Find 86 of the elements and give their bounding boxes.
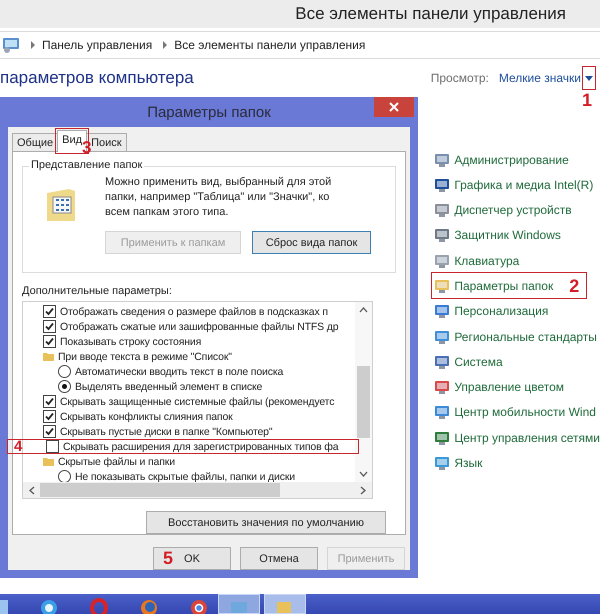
applet-link[interactable]: Диспетчер устройств: [454, 203, 572, 218]
folder-icon: [45, 187, 77, 223]
applet-link[interactable]: Защитник Windows: [454, 228, 561, 242]
option-label: Скрывать пустые диски в папке "Компьютер": [60, 426, 272, 438]
option-label: Скрывать расширения для зарегистрированных типов фа: [63, 440, 338, 452]
option-label: Скрытые файлы и папки: [58, 456, 175, 468]
applet-icon: [434, 152, 450, 168]
applet-link[interactable]: Персонализация: [454, 304, 548, 318]
applet-link[interactable]: Центр мобильности Wind: [454, 405, 596, 420]
chevron-icon: [30, 41, 36, 49]
applet-link[interactable]: Параметры папок: [454, 278, 554, 293]
applet-icon: [434, 455, 450, 472]
applet-link[interactable]: Управление цветом: [454, 380, 564, 394]
step-number: 1: [582, 91, 592, 109]
applet-link[interactable]: Система: [454, 354, 503, 369]
browser-icon[interactable]: [38, 598, 60, 614]
folder-view-button[interactable]: Сброс вида папок: [252, 231, 371, 254]
close-button[interactable]: [374, 97, 414, 117]
applet-link[interactable]: Клавиатура: [454, 254, 520, 268]
checkbox[interactable]: [43, 425, 56, 438]
applet-link[interactable]: Графика и медиа Intel(R): [454, 178, 594, 192]
horizontal-scrollbar[interactable]: [23, 482, 372, 498]
option-label: Показывать строку состояния: [60, 336, 202, 348]
applet-link[interactable]: Язык: [454, 456, 482, 470]
scroll-left-icon[interactable]: [29, 486, 35, 494]
checkbox[interactable]: [43, 410, 56, 423]
checkbox[interactable]: [43, 335, 56, 348]
applet-icon: [434, 328, 450, 345]
radio-button[interactable]: [58, 470, 71, 483]
applet-icon: [434, 176, 450, 193]
radio-button[interactable]: [58, 365, 71, 378]
applet-link[interactable]: Центр управления сетями: [454, 430, 600, 445]
step-number: 4: [13, 439, 24, 454]
option-label: Выделять введенный элемент в списке: [75, 380, 262, 392]
window-icon: [229, 599, 249, 613]
view-label: Просмотр:: [430, 71, 489, 85]
folder-icon: [43, 351, 54, 362]
scroll-right-icon[interactable]: [360, 486, 366, 494]
option-label: Отображать сжатые или зашифрованные файлы NTFS др: [60, 320, 338, 332]
view-dropdown[interactable]: Мелкие значки: [498, 71, 581, 85]
group-title: Представление папок: [29, 159, 144, 171]
radio-button[interactable]: [58, 380, 71, 393]
breadcrumb[interactable]: Панель управления: [42, 38, 152, 52]
option-label: Отображать сведения о размере файлов в подсказках п: [60, 306, 328, 318]
vertical-scrollbar[interactable]: [355, 302, 372, 482]
close-icon: [389, 102, 399, 112]
checkbox[interactable]: [43, 305, 56, 318]
window-title: Все элементы панели управления: [295, 4, 566, 24]
folder-icon: [43, 456, 54, 467]
applet-icon: [434, 303, 450, 320]
applet-icon: [434, 354, 450, 370]
caret-icon: [585, 76, 593, 80]
applet-icon: [434, 252, 450, 269]
step-number: 5: [163, 549, 174, 567]
description-text: Можно применить вид, выбранный для этой папки, например "Таблица" или "Значки", ко всем папкам этого типа.: [105, 175, 332, 220]
applet-icon: [434, 404, 450, 420]
checkbox[interactable]: [43, 395, 56, 408]
browser-icon[interactable]: [188, 598, 210, 614]
chevron-icon: [162, 41, 168, 49]
section-label: Дополнительные параметры:: [22, 285, 173, 297]
checkbox[interactable]: [43, 320, 56, 333]
checkbox[interactable]: [46, 440, 59, 453]
dialog-button[interactable]: Отмена: [240, 547, 318, 570]
option-label: Не показывать скрытые файлы, папки и диски: [75, 470, 296, 482]
option-label: При вводе текста в режиме "Список": [58, 350, 232, 362]
restore-defaults-button[interactable]: Восстановить значения по умолчанию: [146, 511, 386, 534]
scroll-up-icon[interactable]: [359, 307, 368, 313]
control-panel-icon: [2, 37, 20, 53]
address-bar[interactable]: Панель управления Все элементы панели управления: [0, 31, 600, 59]
start-icon[interactable]: [0, 598, 10, 614]
option-label: Скрывать конфликты слияния папок: [60, 410, 233, 422]
breadcrumb[interactable]: Все элементы панели управления: [174, 38, 366, 52]
dialog-title: Параметры папок: [147, 104, 271, 120]
applet-icon: [434, 379, 450, 396]
option-label: Автоматически вводить текст в поле поиска: [75, 366, 284, 378]
option-label: Скрывать защищенные системные файлы (рекомендуетс: [60, 396, 334, 408]
applet-icon: [434, 430, 450, 446]
applet-link[interactable]: Администрирование: [454, 152, 569, 166]
applet-link[interactable]: Региональные стандарты: [454, 330, 597, 344]
scroll-down-icon[interactable]: [359, 471, 368, 477]
page-heading: параметров компьютера: [0, 68, 194, 88]
applet-icon: [434, 278, 450, 294]
applet-icon: [434, 202, 450, 218]
tab[interactable]: Общие: [12, 133, 58, 151]
applet-icon: [434, 227, 450, 244]
step-number: 2: [569, 276, 580, 295]
